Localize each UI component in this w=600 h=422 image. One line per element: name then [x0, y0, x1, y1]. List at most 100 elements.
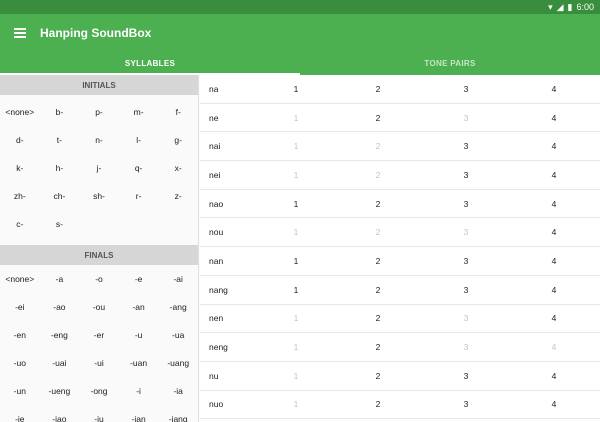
tone-3-button[interactable]: 3	[424, 170, 508, 180]
initial-button[interactable]: q-	[119, 154, 159, 182]
tone-4-button[interactable]: 4	[508, 113, 600, 123]
initial-button[interactable]: n-	[79, 126, 119, 154]
tone-4-button[interactable]: 4	[508, 227, 600, 237]
tone-3-button[interactable]: 3	[424, 285, 508, 295]
tone-4-button[interactable]: 4	[508, 199, 600, 209]
initial-button[interactable]: k-	[0, 154, 40, 182]
tone-3-button[interactable]: 3	[424, 141, 508, 151]
final-button[interactable]: -uo	[0, 349, 40, 377]
initial-button[interactable]: l-	[119, 126, 159, 154]
final-button[interactable]: -uang	[158, 349, 198, 377]
final-button[interactable]: -eng	[40, 321, 80, 349]
syllable-row: nei 1 2 3 4	[200, 161, 600, 190]
menu-icon[interactable]	[0, 14, 40, 52]
tone-2-button[interactable]: 2	[332, 342, 424, 352]
initial-button[interactable]: m-	[119, 98, 159, 126]
final-button[interactable]: -iao	[40, 405, 80, 422]
tone-4-button[interactable]: 4	[508, 170, 600, 180]
initial-button[interactable]: p-	[79, 98, 119, 126]
initial-button[interactable]: ch-	[40, 182, 80, 210]
final-button[interactable]: -uan	[119, 349, 159, 377]
tone-1-button[interactable]: 1	[260, 285, 332, 295]
tone-4-button[interactable]: 4	[508, 84, 600, 94]
initial-button[interactable]: g-	[158, 126, 198, 154]
final-button[interactable]: -ua	[158, 321, 198, 349]
initial-button[interactable]: sh-	[79, 182, 119, 210]
tone-2-button[interactable]: 2	[332, 313, 424, 323]
final-button[interactable]: -ou	[79, 293, 119, 321]
tone-2-button[interactable]: 2	[332, 285, 424, 295]
initial-button[interactable]: x-	[158, 154, 198, 182]
syllable-row: nai 1 2 3 4	[200, 132, 600, 162]
initial-button[interactable]: c-	[0, 210, 40, 238]
tone-2-button[interactable]: 2	[332, 84, 424, 94]
final-button[interactable]: -ao	[40, 293, 80, 321]
final-button[interactable]: -i	[119, 377, 159, 405]
tone-4-button[interactable]: 4	[508, 285, 600, 295]
tone-4-button[interactable]: 4	[508, 313, 600, 323]
initial-button[interactable]: s-	[40, 210, 80, 238]
initial-button[interactable]: d-	[0, 126, 40, 154]
final-button[interactable]: <none>	[0, 265, 40, 293]
tone-3-button: 3	[463, 313, 469, 324]
syllable-label: nu	[209, 370, 219, 381]
syllable-row: nan 1 2 3 4	[200, 247, 600, 276]
initial-button[interactable]: j-	[79, 154, 119, 182]
final-button[interactable]: -ong	[79, 377, 119, 405]
tab-syllables[interactable]: SYLLABLES	[0, 52, 300, 75]
final-button[interactable]: -ui	[79, 349, 119, 377]
final-button[interactable]: -o	[79, 265, 119, 293]
tone-1-button[interactable]: 1	[260, 84, 332, 94]
tone-3-button[interactable]: 3	[424, 199, 508, 209]
initial-button[interactable]: t-	[40, 126, 80, 154]
tone-1-button[interactable]: 1	[260, 199, 332, 209]
tone-4-button[interactable]: 4	[508, 399, 600, 409]
initial-button[interactable]: z-	[158, 182, 198, 210]
initial-button[interactable]: zh-	[0, 182, 40, 210]
final-button[interactable]: -uai	[40, 349, 80, 377]
tone-1-button: 1	[293, 141, 299, 152]
final-button[interactable]: -iu	[79, 405, 119, 422]
tone-4-button[interactable]: 4	[508, 256, 600, 266]
tone-2-button[interactable]: 2	[332, 256, 424, 266]
initials-header: INITIALS	[0, 75, 198, 95]
tone-1-button: 1	[293, 169, 299, 180]
tone-3-button[interactable]: 3	[424, 371, 508, 381]
tone-2-button[interactable]: 2	[332, 113, 424, 123]
tab-tone-pairs[interactable]: TONE PAIRS	[300, 52, 600, 75]
tone-4-button[interactable]: 4	[508, 371, 600, 381]
final-button[interactable]: -ai	[158, 265, 198, 293]
final-button[interactable]: -a	[40, 265, 80, 293]
initial-button[interactable]: h-	[40, 154, 80, 182]
final-button[interactable]: -er	[79, 321, 119, 349]
app-title: Hanping SoundBox	[40, 26, 152, 40]
final-button[interactable]: -ei	[0, 293, 40, 321]
final-button[interactable]: -ang	[158, 293, 198, 321]
tone-3-button[interactable]: 3	[424, 84, 508, 94]
final-button[interactable]: -an	[119, 293, 159, 321]
final-button[interactable]: -iang	[158, 405, 198, 422]
tone-3-button[interactable]: 3	[424, 256, 508, 266]
tone-4-button[interactable]: 4	[508, 141, 600, 151]
final-button[interactable]: -un	[0, 377, 40, 405]
initial-button[interactable]: b-	[40, 98, 80, 126]
tone-1-button: 1	[293, 313, 299, 324]
tone-3-button: 3	[463, 227, 469, 238]
initial-button[interactable]: <none>	[0, 98, 40, 126]
final-button[interactable]: -e	[119, 265, 159, 293]
initial-button[interactable]: r-	[119, 182, 159, 210]
tone-1-button[interactable]: 1	[260, 256, 332, 266]
final-button[interactable]: -ia	[158, 377, 198, 405]
final-button[interactable]: -u	[119, 321, 159, 349]
status-bar: ▾ ◢ ▮ 6:00	[0, 0, 600, 14]
tone-2-button[interactable]: 2	[332, 199, 424, 209]
initial-button[interactable]: f-	[158, 98, 198, 126]
tone-2-button[interactable]: 2	[332, 399, 424, 409]
final-button[interactable]: -ian	[119, 405, 159, 422]
final-button[interactable]: -en	[0, 321, 40, 349]
final-button[interactable]: -ie	[0, 405, 40, 422]
final-button[interactable]: -ueng	[40, 377, 80, 405]
syllable-label: neng	[209, 342, 228, 353]
tone-2-button[interactable]: 2	[332, 371, 424, 381]
tone-3-button[interactable]: 3	[424, 399, 508, 409]
